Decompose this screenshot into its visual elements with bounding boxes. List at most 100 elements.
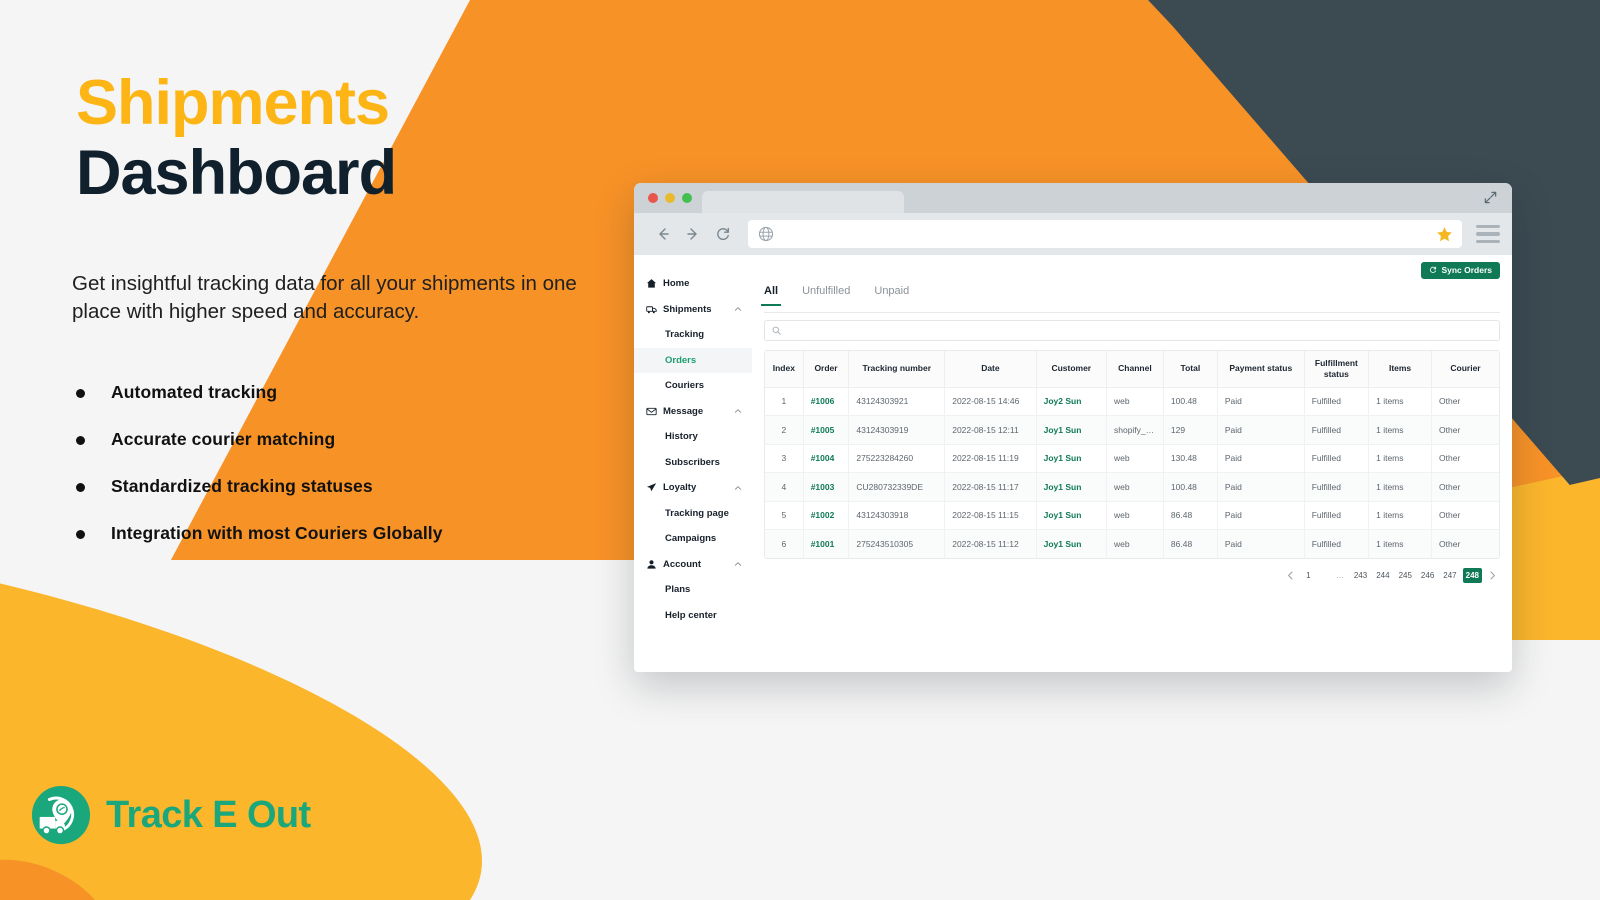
sync-orders-button[interactable]: Sync Orders (1421, 261, 1500, 279)
sidebar-item-tracking[interactable]: Tracking (634, 322, 752, 348)
sidebar-item-campaigns[interactable]: Campaigns (634, 526, 752, 552)
column-header-tracking[interactable]: Tracking number (848, 351, 946, 388)
column-header-payment[interactable]: Payment status (1217, 351, 1305, 388)
cell-order[interactable]: #1004 (803, 444, 850, 473)
sidebar-item-home[interactable]: Home (634, 271, 752, 297)
pagination-page-current[interactable]: 248 (1462, 568, 1482, 583)
cell-customer[interactable]: Joy1 Sun (1036, 501, 1107, 530)
cell-customer[interactable]: Joy2 Sun (1036, 387, 1107, 416)
sidebar-item-plans[interactable]: Plans (634, 577, 752, 603)
table-row[interactable]: 4 #1003 CU280732339DE 2022-08-15 11:17 J… (765, 472, 1499, 502)
cell-index: 6 (765, 529, 804, 558)
sidebar-item-label: Plans (665, 584, 691, 596)
cell-customer[interactable]: Joy1 Sun (1036, 444, 1107, 473)
browser-window: Home Shipments Tracking Orders Couriers … (634, 183, 1512, 672)
cell-courier: Other (1431, 472, 1499, 502)
sidebar-item-label: Couriers (665, 380, 705, 392)
sidebar-item-label: Loyalty (663, 482, 697, 494)
paper-plane-icon (646, 483, 657, 492)
search-input[interactable] (764, 320, 1500, 341)
sidebar-item-couriers[interactable]: Couriers (634, 373, 752, 399)
cell-tracking: 43124303919 (848, 415, 946, 445)
column-header-items[interactable]: Items (1368, 351, 1433, 388)
pagination-page-244[interactable]: 244 (1373, 568, 1393, 583)
column-header-index[interactable]: Index (765, 351, 804, 388)
traffic-lights (648, 193, 692, 203)
cell-order[interactable]: #1006 (803, 387, 850, 416)
list-item: Standardized tracking statuses (76, 476, 443, 523)
cell-payment: Paid (1217, 472, 1305, 502)
column-header-courier[interactable]: Courier (1431, 351, 1499, 388)
tab-all[interactable]: All (760, 285, 782, 306)
column-header-total[interactable]: Total (1163, 351, 1218, 388)
back-button[interactable] (648, 220, 678, 248)
tab-unfulfilled[interactable]: Unfulfilled (802, 285, 850, 306)
hamburger-menu-icon[interactable] (1476, 225, 1500, 243)
table-row[interactable]: 1 #1006 43124303921 2022-08-15 14:46 Joy… (765, 387, 1499, 416)
star-icon[interactable] (1436, 226, 1453, 243)
table-row[interactable]: 3 #1004 275223284260 2022-08-15 11:19 Jo… (765, 444, 1499, 473)
cell-order[interactable]: #1003 (803, 472, 850, 502)
main-content: Sync Orders All Unfulfilled Unpaid Index… (752, 255, 1512, 672)
cell-items: 1 items (1368, 472, 1433, 502)
sidebar-item-message[interactable]: Message (634, 399, 752, 425)
pagination-page-246[interactable]: 246 (1417, 568, 1438, 583)
cell-fulfillment: Fulfilled (1304, 415, 1370, 445)
pagination-page-247[interactable]: 247 (1440, 568, 1460, 583)
column-header-order[interactable]: Order (803, 351, 850, 388)
chevron-up-icon[interactable] (734, 407, 742, 415)
sidebar-item-tracking-page[interactable]: Tracking page (634, 501, 752, 527)
sidebar-item-subscribers[interactable]: Subscribers (634, 450, 752, 476)
cell-index: 2 (765, 415, 804, 445)
sidebar-item-account[interactable]: Account (634, 552, 752, 578)
column-header-fulfillment[interactable]: Fulfillment status (1304, 351, 1370, 388)
pagination-page-1[interactable]: 1 (1300, 568, 1316, 583)
column-header-date[interactable]: Date (944, 351, 1037, 388)
sidebar-item-help-center[interactable]: Help center (634, 603, 752, 629)
cell-customer[interactable]: Joy1 Sun (1036, 415, 1107, 445)
sidebar-item-label: Tracking page (665, 507, 729, 519)
close-window-icon[interactable] (648, 193, 658, 203)
pagination-page-243[interactable]: 243 (1350, 568, 1371, 583)
orders-table: Index Order Tracking number Date Custome… (764, 350, 1500, 559)
cell-order[interactable]: #1001 (803, 529, 850, 558)
chevron-up-icon[interactable] (734, 305, 742, 313)
sidebar-item-shipments[interactable]: Shipments (634, 297, 752, 323)
cell-fulfillment: Fulfilled (1304, 501, 1370, 530)
browser-tab[interactable] (702, 191, 904, 213)
cell-channel: web (1106, 387, 1164, 416)
cell-date: 2022-08-15 11:19 (944, 444, 1037, 473)
cell-payment: Paid (1217, 529, 1305, 558)
sidebar-item-label: Tracking (665, 329, 705, 341)
table-row[interactable]: 5 #1002 43124303918 2022-08-15 11:15 Joy… (765, 501, 1499, 530)
pagination-page-245[interactable]: 245 (1395, 568, 1415, 583)
cell-fulfillment: Fulfilled (1304, 529, 1370, 558)
sidebar-item-label: Orders (665, 354, 697, 366)
sidebar-item-loyalty[interactable]: Loyalty (634, 475, 752, 501)
feature-label: Automated tracking (111, 382, 278, 402)
pagination-prev-button[interactable] (1282, 568, 1298, 583)
column-header-customer[interactable]: Customer (1036, 351, 1107, 388)
cell-index: 3 (765, 444, 804, 473)
sidebar-item-label: Subscribers (665, 456, 720, 468)
cell-order[interactable]: #1002 (803, 501, 850, 530)
table-row[interactable]: 6 #1001 275243510305 2022-08-15 11:12 Jo… (765, 529, 1499, 558)
pagination-next-button[interactable] (1485, 568, 1500, 583)
url-bar[interactable] (748, 220, 1462, 248)
sidebar-item-history[interactable]: History (634, 424, 752, 450)
table-header-row: Index Order Tracking number Date Custome… (765, 351, 1499, 388)
chevron-up-icon[interactable] (734, 560, 742, 568)
cell-customer[interactable]: Joy1 Sun (1036, 529, 1107, 558)
reload-button[interactable] (708, 220, 738, 248)
tab-unpaid[interactable]: Unpaid (874, 285, 909, 306)
expand-arrows-icon[interactable] (1483, 190, 1498, 205)
maximize-window-icon[interactable] (682, 193, 692, 203)
sidebar-item-orders[interactable]: Orders (634, 347, 752, 373)
table-row[interactable]: 2 #1005 43124303919 2022-08-15 12:11 Joy… (765, 415, 1499, 445)
cell-order[interactable]: #1005 (803, 415, 850, 445)
forward-button[interactable] (678, 220, 708, 248)
column-header-channel[interactable]: Channel (1106, 351, 1164, 388)
chevron-up-icon[interactable] (734, 484, 742, 492)
cell-customer[interactable]: Joy1 Sun (1036, 472, 1107, 502)
minimize-window-icon[interactable] (665, 193, 675, 203)
